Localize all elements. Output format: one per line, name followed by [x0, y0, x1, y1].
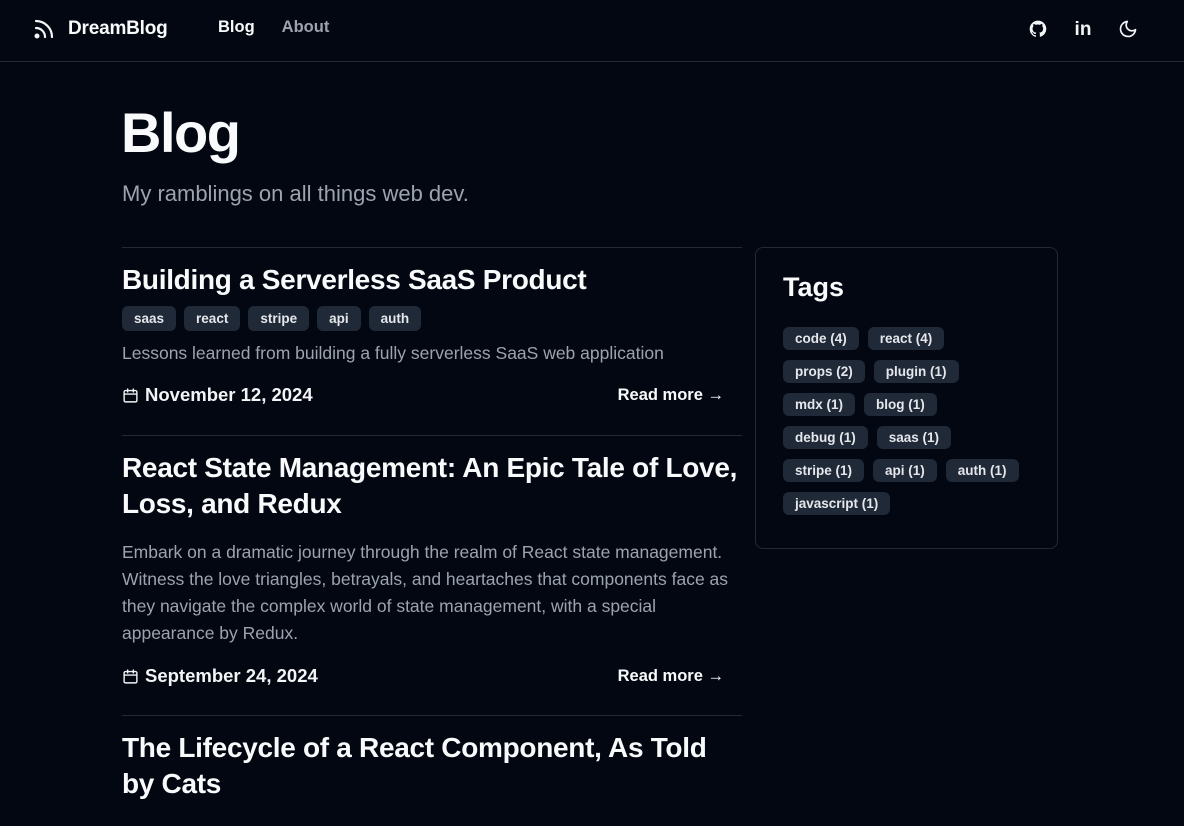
header-icons: in: [1028, 18, 1138, 40]
tag-cloud: code (4) react (4) props (2) plugin (1) …: [783, 327, 1030, 515]
post-summary: Embark on a dramatic journey through the…: [122, 542, 729, 643]
page-subtitle: My ramblings on all things web dev.: [122, 181, 469, 206]
github-icon[interactable]: [1028, 18, 1048, 40]
page-title: Blog: [121, 101, 241, 164]
tags-sidebar: Tags code (4) react (4) props (2) plugin…: [755, 247, 1058, 549]
tag-chip[interactable]: props (2): [783, 360, 865, 383]
post-title[interactable]: React State Management: An Epic Tale of …: [122, 450, 742, 522]
post-tags: saas react stripe api auth: [122, 306, 742, 331]
tag-chip[interactable]: stripe (1): [783, 459, 865, 482]
post-date: November 12, 2024: [122, 384, 313, 406]
post-list: Building a Serverless SaaS Product saas …: [122, 247, 742, 802]
post-footer: November 12, 2024 Read more →: [122, 384, 742, 406]
post-date: September 24, 2024: [122, 665, 318, 687]
post-title[interactable]: The Lifecycle of a React Component, As T…: [122, 730, 742, 802]
calendar-icon: [123, 387, 138, 403]
tag-chip[interactable]: api: [317, 306, 361, 331]
brand-link[interactable]: DreamBlog: [32, 17, 168, 41]
tag-chip[interactable]: auth (1): [945, 459, 1019, 482]
nav-about-link[interactable]: About: [282, 18, 330, 37]
tag-chip[interactable]: stripe: [248, 306, 310, 331]
tag-chip[interactable]: plugin (1): [873, 360, 959, 383]
tag-chip[interactable]: saas (1): [876, 426, 952, 449]
post-item: Building a Serverless SaaS Product saas …: [122, 247, 742, 435]
site-header: DreamBlog Blog About in: [0, 0, 1184, 62]
linkedin-icon-text: in: [1074, 18, 1092, 40]
sidebar-title: Tags: [783, 272, 845, 302]
post-date-text: November 12, 2024: [145, 384, 313, 405]
moon-icon[interactable]: [1118, 18, 1138, 40]
tag-chip[interactable]: auth: [368, 306, 422, 331]
read-more-link[interactable]: Read more →: [618, 667, 742, 686]
rss-icon: [34, 19, 54, 39]
tag-chip[interactable]: react: [184, 306, 241, 331]
tag-chip[interactable]: api (1): [873, 459, 937, 482]
tag-chip[interactable]: saas: [122, 306, 177, 331]
nav-blog-link[interactable]: Blog: [218, 18, 255, 37]
tag-chip[interactable]: javascript (1): [783, 492, 891, 515]
read-more-link[interactable]: Read more →: [618, 386, 742, 405]
post-date-text: September 24, 2024: [145, 665, 318, 686]
tag-chip[interactable]: mdx (1): [783, 393, 856, 416]
brand-name: DreamBlog: [68, 18, 168, 39]
linkedin-icon[interactable]: in: [1073, 18, 1093, 40]
tag-chip[interactable]: debug (1): [783, 426, 868, 449]
post-item: The Lifecycle of a React Component, As T…: [122, 715, 742, 802]
post-footer: September 24, 2024 Read more →: [122, 665, 742, 687]
post-title[interactable]: Building a Serverless SaaS Product: [122, 262, 742, 298]
post-item: React State Management: An Epic Tale of …: [122, 435, 742, 715]
post-summary: Lessons learned from building a fully se…: [122, 343, 664, 363]
calendar-icon: [123, 668, 138, 684]
tag-chip[interactable]: react (4): [867, 327, 945, 350]
tag-chip[interactable]: blog (1): [864, 393, 937, 416]
main-nav: Blog About: [218, 18, 329, 37]
tag-chip[interactable]: code (4): [783, 327, 859, 350]
